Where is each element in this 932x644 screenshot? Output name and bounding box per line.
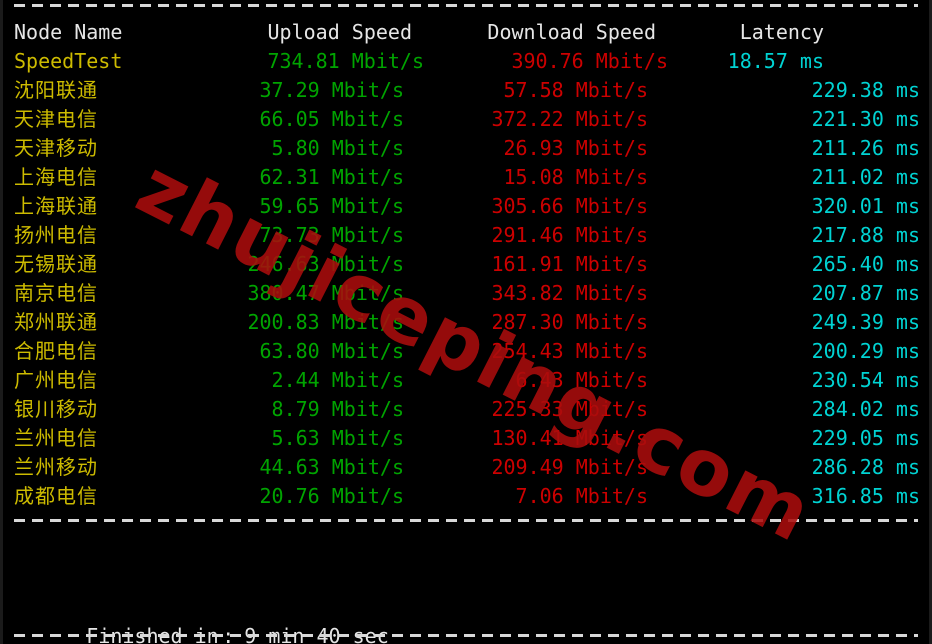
node-name: 广州电信 — [14, 368, 98, 392]
download-speed-value: 225.33 Mbit/s — [491, 397, 648, 421]
download-speed-value: 343.82 Mbit/s — [491, 281, 648, 305]
table-row: 银川移动 8.79 Mbit/s 225.33 Mbit/s 284.02 ms — [0, 395, 932, 424]
download-speed-value: 130.41 Mbit/s — [491, 426, 648, 450]
download-speed-value: 287.30 Mbit/s — [491, 310, 648, 334]
upload-speed-value: 8.79 Mbit/s — [271, 397, 404, 421]
download-speed-value: 161.91 Mbit/s — [491, 252, 648, 276]
download-speed-value: 209.49 Mbit/s — [491, 455, 648, 479]
node-name: 银川移动 — [14, 397, 98, 421]
upload-speed-value: 200.83 Mbit/s — [247, 310, 404, 334]
latency-value: 207.87 ms — [811, 281, 920, 305]
table-row: 上海电信 62.31 Mbit/s 15.08 Mbit/s 211.02 ms — [0, 163, 932, 192]
column-header-download-speed: Download Speed — [487, 20, 656, 44]
node-name: 沈阳联通 — [14, 78, 98, 102]
latency-value: 229.05 ms — [811, 426, 920, 450]
table-row: 成都电信 20.76 Mbit/s 7.06 Mbit/s 316.85 ms — [0, 482, 932, 511]
table-row-speedtest-summary: SpeedTest 734.81 Mbit/s 390.76 Mbit/s 18… — [0, 47, 932, 76]
latency-value: 249.39 ms — [811, 310, 920, 334]
table-row: 南京电信 380.47 Mbit/s 343.82 Mbit/s 207.87 ms — [0, 279, 932, 308]
download-speed-value: 305.66 Mbit/s — [491, 194, 648, 218]
summary-label-finished-in: Finished in — [86, 624, 219, 644]
upload-speed-value: 37.29 Mbit/s — [259, 78, 405, 102]
download-speed-value: 254.43 Mbit/s — [491, 339, 648, 363]
node-name: 天津电信 — [14, 107, 98, 131]
latency-value: 229.38 ms — [811, 78, 920, 102]
download-speed-value: 57.58 Mbit/s — [503, 78, 649, 102]
upload-speed-value: 66.05 Mbit/s — [259, 107, 405, 131]
table-row: 郑州联通 200.83 Mbit/s 287.30 Mbit/s 249.39 ms — [0, 308, 932, 337]
node-name: 上海联通 — [14, 194, 98, 218]
separator-top — [14, 4, 918, 7]
latency-value: 284.02 ms — [811, 397, 920, 421]
node-name: SpeedTest — [14, 49, 123, 73]
summary-separator-finished-in: : — [222, 622, 244, 644]
upload-speed-value: 246.63 Mbit/s — [247, 252, 404, 276]
node-name: 兰州电信 — [14, 426, 98, 450]
latency-value: 221.30 ms — [811, 107, 920, 131]
upload-speed-value: 5.80 Mbit/s — [271, 136, 404, 160]
latency-value: 217.88 ms — [811, 223, 920, 247]
node-name: 合肥电信 — [14, 339, 98, 363]
table-row: 上海联通 59.65 Mbit/s 305.66 Mbit/s 320.01 ms — [0, 192, 932, 221]
summary-row-finished-in: Finished in:9 min 40 sec — [14, 593, 545, 644]
node-name: 兰州移动 — [14, 455, 98, 479]
node-name: 无锡联通 — [14, 252, 98, 276]
table-row: 扬州电信 73.73 Mbit/s 291.46 Mbit/s 217.88 ms — [0, 221, 932, 250]
download-speed-value: 291.46 Mbit/s — [491, 223, 648, 247]
latency-value: 265.40 ms — [811, 252, 920, 276]
upload-speed-value: 734.81 Mbit/s — [267, 49, 424, 73]
latency-value: 211.02 ms — [811, 165, 920, 189]
upload-speed-value: 5.63 Mbit/s — [271, 426, 404, 450]
table-row: 兰州移动 44.63 Mbit/s 209.49 Mbit/s 286.28 ms — [0, 453, 932, 482]
node-name: 成都电信 — [14, 484, 98, 508]
table-row: 沈阳联通 37.29 Mbit/s 57.58 Mbit/s 229.38 ms — [0, 76, 932, 105]
column-header-latency: Latency — [739, 20, 824, 44]
node-name: 南京电信 — [14, 281, 98, 305]
download-speed-value: 6.43 Mbit/s — [515, 368, 648, 392]
table-row: 天津电信 66.05 Mbit/s 372.22 Mbit/s 221.30 ms — [0, 105, 932, 134]
latency-value: 286.28 ms — [811, 455, 920, 479]
table-row: 合肥电信 63.80 Mbit/s 254.43 Mbit/s 200.29 ms — [0, 337, 932, 366]
separator-bottom — [14, 634, 918, 637]
upload-speed-value: 44.63 Mbit/s — [259, 455, 405, 479]
latency-value: 18.57 ms — [727, 49, 824, 73]
node-name: 扬州电信 — [14, 223, 98, 247]
upload-speed-value: 380.47 Mbit/s — [247, 281, 404, 305]
latency-value: 316.85 ms — [811, 484, 920, 508]
column-header-upload-speed: Upload Speed — [267, 20, 413, 44]
upload-speed-value: 2.44 Mbit/s — [271, 368, 404, 392]
upload-speed-value: 63.80 Mbit/s — [259, 339, 405, 363]
table-row: 兰州电信 5.63 Mbit/s 130.41 Mbit/s 229.05 ms — [0, 424, 932, 453]
table-row: 广州电信 2.44 Mbit/s 6.43 Mbit/s 230.54 ms — [0, 366, 932, 395]
download-speed-value: 15.08 Mbit/s — [503, 165, 649, 189]
speedtest-results-table: Node Name Upload Speed Download Speed La… — [0, 18, 932, 511]
terminal-window: Node Name Upload Speed Download Speed La… — [0, 0, 932, 644]
upload-speed-value: 62.31 Mbit/s — [259, 165, 405, 189]
download-speed-value: 372.22 Mbit/s — [491, 107, 648, 131]
table-row: 无锡联通 246.63 Mbit/s 161.91 Mbit/s 265.40 ms — [0, 250, 932, 279]
node-name: 郑州联通 — [14, 310, 98, 334]
node-name: 上海电信 — [14, 165, 98, 189]
download-speed-value: 26.93 Mbit/s — [503, 136, 649, 160]
table-rows-container: 沈阳联通 37.29 Mbit/s 57.58 Mbit/s 229.38 ms 天津电… — [0, 76, 932, 511]
download-speed-value: 7.06 Mbit/s — [515, 484, 648, 508]
latency-value: 200.29 ms — [811, 339, 920, 363]
separator-middle — [14, 519, 918, 522]
latency-value: 320.01 ms — [811, 194, 920, 218]
upload-speed-value: 20.76 Mbit/s — [259, 484, 405, 508]
latency-value: 211.26 ms — [811, 136, 920, 160]
summary-block: Finished in:9 min 40 sec Timestamp:2023-… — [14, 535, 545, 644]
table-header-row: Node Name Upload Speed Download Speed La… — [0, 18, 932, 47]
latency-value: 230.54 ms — [811, 368, 920, 392]
download-speed-value: 390.76 Mbit/s — [511, 49, 668, 73]
node-name: 天津移动 — [14, 136, 98, 160]
column-header-node-name: Node Name — [14, 20, 123, 44]
upload-speed-value: 73.73 Mbit/s — [259, 223, 405, 247]
table-row: 天津移动 5.80 Mbit/s 26.93 Mbit/s 211.26 ms — [0, 134, 932, 163]
upload-speed-value: 59.65 Mbit/s — [259, 194, 405, 218]
